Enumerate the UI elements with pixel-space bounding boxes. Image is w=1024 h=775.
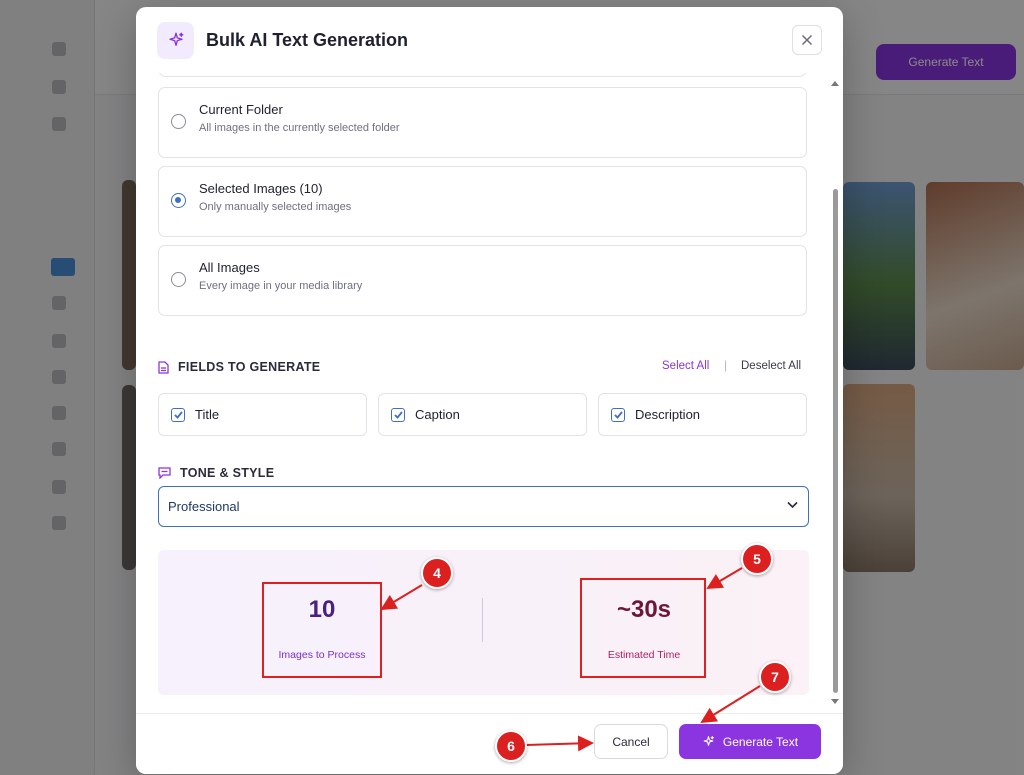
tone-section-heading: TONE & STYLE [158, 466, 274, 480]
field-option-title[interactable]: Title [158, 393, 367, 436]
select-all-link[interactable]: Select All [662, 360, 709, 372]
cancel-button[interactable]: Cancel [594, 724, 668, 759]
annotation-marker-4: 4 [421, 557, 453, 589]
annotation-marker-5: 5 [741, 543, 773, 575]
checkbox-description[interactable] [611, 407, 625, 422]
field-option-description[interactable]: Description [598, 393, 807, 436]
scope-option-description: All images in the currently selected fol… [199, 122, 400, 134]
scroll-up-arrow-icon[interactable] [831, 81, 839, 86]
tone-heading-text: TONE & STYLE [180, 466, 275, 480]
sparkle-icon [702, 735, 715, 748]
checkbox-caption[interactable] [391, 407, 405, 422]
scope-option-current-folder[interactable]: Current Folder All images in the current… [158, 87, 807, 158]
modal-footer: Cancel Generate Text [136, 713, 843, 774]
sparkle-icon [157, 21, 194, 59]
field-label: Caption [415, 407, 460, 422]
scope-option-title: Current Folder [199, 102, 283, 117]
radio-selected-images[interactable] [171, 193, 186, 208]
close-icon [801, 34, 813, 46]
summary-divider [482, 598, 483, 642]
checkmark-icon [173, 410, 183, 419]
field-label: Title [195, 407, 220, 422]
annotation-marker-6: 6 [495, 730, 527, 762]
tone-select[interactable]: Professional [158, 486, 809, 527]
generate-text-button[interactable]: Generate Text [679, 724, 821, 759]
scope-option-all-images[interactable]: All Images Every image in your media lib… [158, 245, 807, 316]
scope-option-title: Selected Images (10) [199, 181, 323, 196]
fields-heading-text: FIELDS TO GENERATE [178, 360, 321, 374]
scrollbar[interactable] [828, 77, 842, 707]
radio-all-images[interactable] [171, 272, 186, 287]
checkbox-title[interactable] [171, 407, 185, 422]
modal-title: Bulk AI Text Generation [206, 29, 409, 50]
summary-panel: 10 Images to Process ~30s Estimated Time [158, 550, 809, 695]
scroll-thumb[interactable] [833, 189, 838, 693]
scope-card-partial [158, 73, 807, 77]
field-option-caption[interactable]: Caption [378, 393, 587, 436]
scope-option-description: Every image in your media library [199, 280, 363, 292]
chevron-down-icon [787, 501, 798, 509]
scope-option-selected-images[interactable]: Selected Images (10) Only manually selec… [158, 166, 807, 237]
modal-body[interactable]: Current Folder All images in the current… [136, 73, 843, 713]
annotation-marker-7: 7 [759, 661, 791, 693]
scroll-down-arrow-icon[interactable] [831, 699, 839, 704]
scope-option-title: All Images [199, 260, 260, 275]
modal-header: Bulk AI Text Generation [136, 7, 843, 73]
generate-button-label: Generate Text [722, 734, 799, 749]
bulk-ai-modal: Bulk AI Text Generation Current Folder A… [136, 7, 843, 774]
annotation-box-time [580, 578, 706, 678]
radio-current-folder[interactable] [171, 114, 186, 129]
document-icon [158, 360, 169, 374]
fields-section-heading: FIELDS TO GENERATE [158, 360, 320, 374]
annotation-box-images [262, 582, 382, 678]
message-icon [158, 467, 171, 479]
scope-option-description: Only manually selected images [199, 201, 352, 213]
deselect-all-link[interactable]: Deselect All [741, 360, 801, 372]
link-separator: | [724, 358, 728, 372]
tone-selected-value: Professional [168, 499, 240, 514]
field-label: Description [635, 407, 701, 422]
checkmark-icon [613, 410, 623, 419]
close-button[interactable] [792, 25, 822, 55]
checkmark-icon [393, 410, 403, 419]
